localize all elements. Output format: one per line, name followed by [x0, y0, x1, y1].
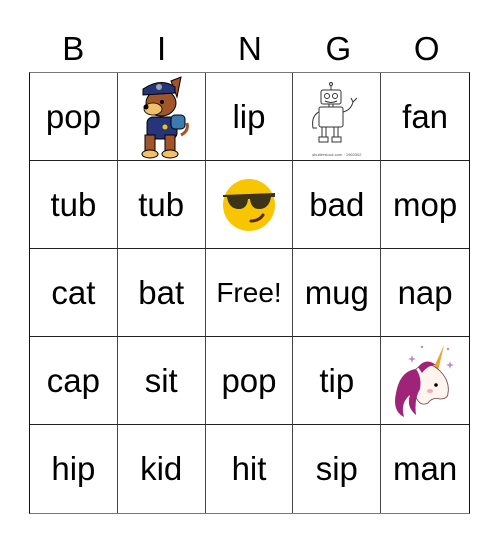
bingo-cell[interactable]: tub [117, 161, 206, 249]
bingo-grid: pop lip shutterstock.com · 1960302 fan tub… [29, 72, 470, 514]
header-letter-b: B [62, 30, 85, 67]
bingo-cell[interactable]: fan [381, 73, 469, 161]
bingo-cell[interactable]: cat [30, 249, 118, 337]
cell-word: pop [221, 361, 277, 399]
bingo-cell[interactable]: shutterstock.com · 1960302 [293, 73, 382, 161]
cell-word: sit [144, 361, 178, 399]
bingo-cell[interactable]: hit [206, 425, 294, 513]
bingo-cell[interactable]: kid [118, 425, 206, 513]
header-letter-n: N [238, 30, 262, 67]
cell-word: mug [304, 273, 369, 311]
bingo-cell[interactable]: hip [30, 425, 118, 513]
cell-word: nap [397, 273, 453, 311]
police-dog-icon [131, 75, 191, 159]
cell-word: kid [140, 450, 183, 487]
bingo-cell[interactable] [381, 337, 469, 425]
cell-word: tip [319, 361, 355, 399]
bingo-cell[interactable]: bat [117, 249, 206, 337]
bingo-cell[interactable]: mug [293, 249, 382, 337]
bingo-cell[interactable]: bad [293, 161, 382, 249]
cell-word: pop [45, 97, 101, 135]
sunglasses-emoji-icon [221, 177, 277, 233]
image-caption: shutterstock.com · 1960302 [312, 152, 362, 157]
bingo-cell[interactable]: sip [293, 425, 382, 513]
cell-word: fan [402, 97, 449, 135]
cell-word: cat [51, 273, 96, 311]
cell-word: hip [51, 450, 96, 487]
cell-word: cap [46, 361, 100, 399]
bingo-cell[interactable]: pop [30, 73, 118, 161]
cell-word: sip [315, 450, 358, 487]
unicorn-icon [392, 341, 458, 421]
bingo-cell[interactable]: Free! [205, 249, 294, 337]
cell-word: man [392, 450, 458, 487]
cell-word: hit [231, 450, 267, 487]
bingo-cell[interactable]: cap [30, 337, 118, 425]
bingo-cell[interactable]: tip [293, 337, 382, 425]
cell-word: tub [138, 185, 185, 223]
bingo-header: B I N G O [29, 26, 471, 72]
header-letter-g: G [325, 30, 352, 67]
robot-icon [309, 81, 365, 152]
cell-word: bat [138, 273, 185, 311]
cell-word: bad [309, 185, 365, 223]
bingo-cell[interactable]: tub [30, 161, 118, 249]
cell-word: tub [50, 185, 97, 223]
header-letter-o: O [413, 30, 440, 67]
bingo-cell[interactable]: pop [205, 337, 294, 425]
bingo-cell[interactable] [117, 73, 206, 161]
bingo-cell[interactable] [205, 161, 294, 249]
bingo-cell[interactable]: lip [205, 73, 294, 161]
cell-word: lip [232, 97, 266, 135]
bingo-cell[interactable]: mop [381, 161, 469, 249]
header-letter-i: I [157, 30, 167, 67]
cell-word: mop [392, 185, 458, 223]
free-space-label: Free! [216, 276, 282, 308]
bingo-cell[interactable]: man [381, 425, 469, 513]
bingo-cell[interactable]: nap [381, 249, 469, 337]
bingo-cell[interactable]: sit [117, 337, 206, 425]
